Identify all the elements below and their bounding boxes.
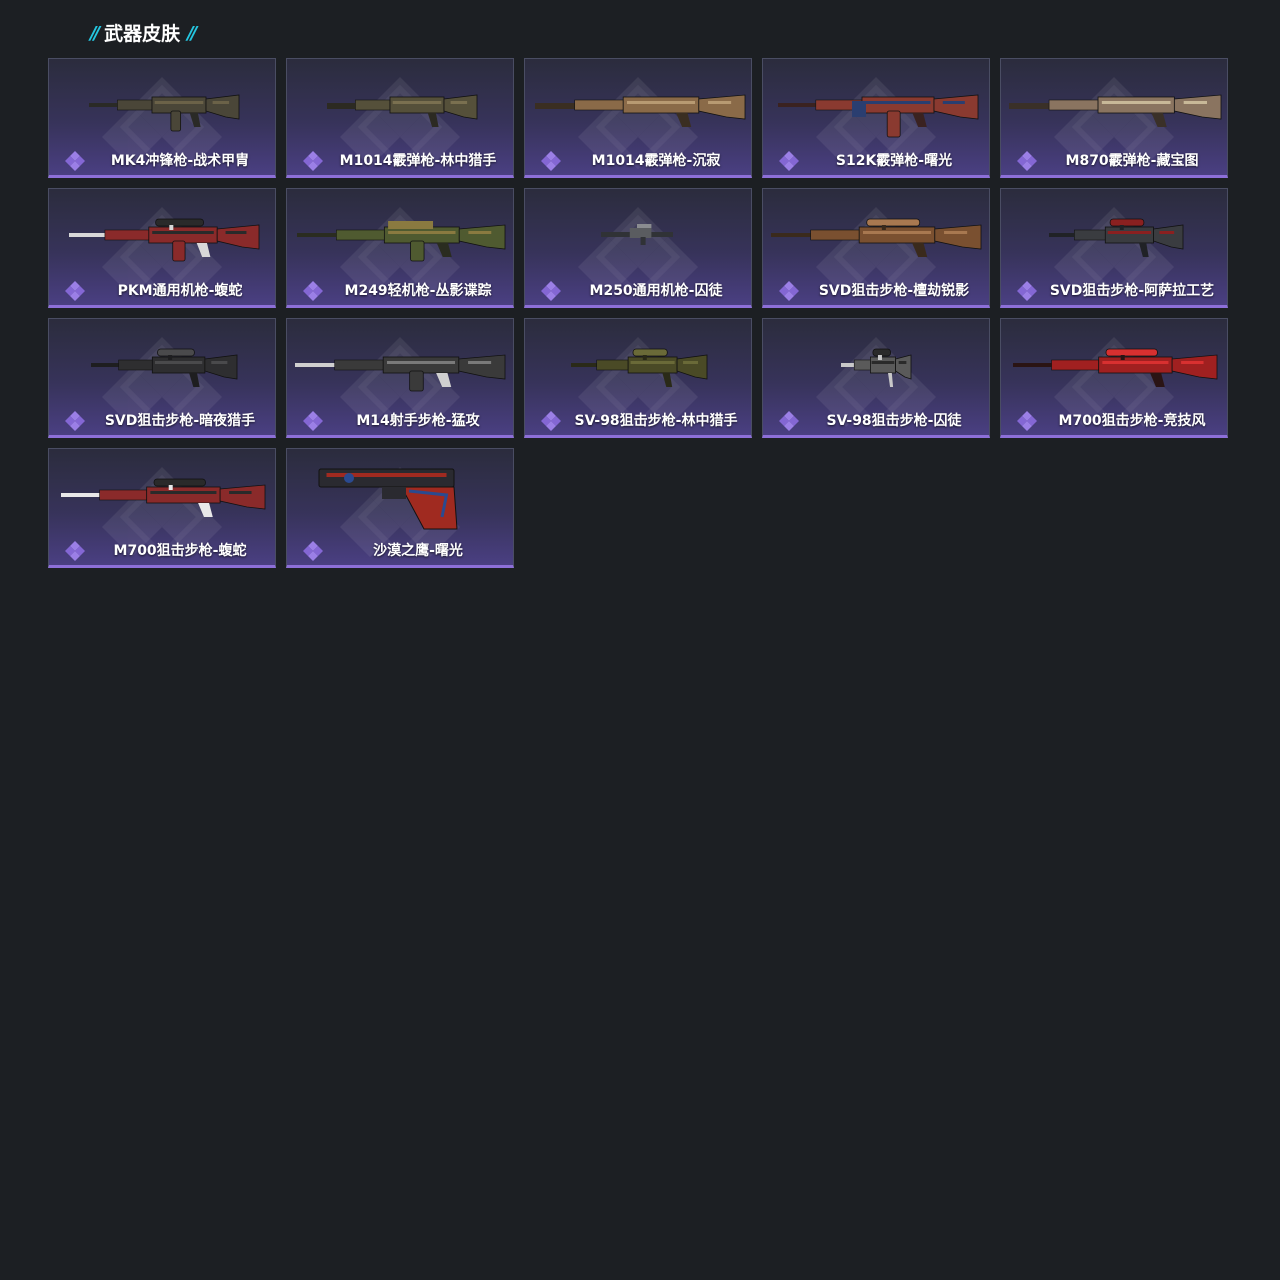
skin-card[interactable]: MK4冲锋枪-战术甲胄 bbox=[48, 58, 276, 178]
skin-name: MK4冲锋枪-战术甲胄 bbox=[110, 153, 250, 169]
skin-card[interactable]: SV-98狙击步枪-囚徒 bbox=[762, 318, 990, 438]
skin-name: SV-98狙击步枪-林中猎手 bbox=[574, 413, 738, 429]
sniper-rifle-icon bbox=[1049, 218, 1184, 257]
rifle-icon bbox=[89, 94, 240, 132]
skin-name: S12K霰弹枪-曙光 bbox=[835, 153, 953, 169]
skin-card[interactable]: SVD狙击步枪-阿萨拉工艺 bbox=[1000, 188, 1228, 308]
rarity-diamond-icon bbox=[65, 411, 85, 431]
skin-card[interactable]: SVD狙击步枪-暗夜猎手 bbox=[48, 318, 276, 438]
shotgun-icon bbox=[1009, 94, 1222, 127]
skin-name: M1014霰弹枪-沉寂 bbox=[591, 153, 721, 169]
skin-grid: MK4冲锋枪-战术甲胄 M1014霰弹枪-林中猎手 M1014霰弹枪-沉寂 S1… bbox=[48, 58, 1228, 568]
pistol-icon bbox=[318, 468, 458, 530]
skin-name: SV-98狙击步枪-囚徒 bbox=[826, 413, 962, 429]
sniper-rifle-icon bbox=[91, 348, 238, 387]
machine-gun-icon bbox=[601, 224, 673, 245]
skin-name: PKM通用机枪-蝮蛇 bbox=[117, 283, 243, 299]
rifle-icon bbox=[295, 354, 506, 392]
skin-name: M249轻机枪-丛影谍踪 bbox=[344, 283, 492, 299]
slash-decoration-right-icon: // bbox=[187, 23, 197, 44]
skin-card[interactable]: S12K霰弹枪-曙光 bbox=[762, 58, 990, 178]
skin-card[interactable]: SVD狙击步枪-檀劫锐影 bbox=[762, 188, 990, 308]
shotgun-icon bbox=[778, 94, 979, 138]
rarity-diamond-icon bbox=[303, 411, 323, 431]
skin-name: M870霰弹枪-藏宝图 bbox=[1065, 153, 1199, 169]
skin-card[interactable]: M250通用机枪-囚徒 bbox=[524, 188, 752, 308]
rarity-diamond-icon bbox=[303, 281, 323, 301]
sniper-rifle-icon bbox=[1013, 348, 1218, 387]
skin-card[interactable]: SV-98狙击步枪-林中猎手 bbox=[524, 318, 752, 438]
rarity-diamond-icon bbox=[779, 281, 799, 301]
rarity-diamond-icon bbox=[779, 411, 799, 431]
machine-gun-icon bbox=[297, 221, 506, 262]
slash-decoration-left-icon: // bbox=[90, 23, 100, 44]
skin-name: M14射手步枪-猛攻 bbox=[356, 413, 480, 429]
rarity-diamond-icon bbox=[1017, 411, 1037, 431]
rarity-diamond-icon bbox=[303, 541, 323, 561]
skin-card[interactable]: PKM通用机枪-蝮蛇 bbox=[48, 188, 276, 308]
sniper-rifle-icon bbox=[841, 348, 912, 387]
rarity-diamond-icon bbox=[541, 411, 561, 431]
rarity-diamond-icon bbox=[65, 541, 85, 561]
skin-card[interactable]: 沙漠之鹰-曙光 bbox=[286, 448, 514, 568]
rarity-diamond-icon bbox=[779, 151, 799, 171]
rarity-diamond-icon bbox=[65, 151, 85, 171]
shotgun-icon bbox=[327, 94, 478, 127]
skin-card[interactable]: M249轻机枪-丛影谍踪 bbox=[286, 188, 514, 308]
sniper-rifle-icon bbox=[771, 218, 982, 257]
section-title: 武器皮肤 bbox=[104, 22, 181, 45]
skin-name: SVD狙击步枪-阿萨拉工艺 bbox=[1049, 283, 1215, 299]
weapon-skins-page: // 武器皮肤 // MK4冲锋枪-战术甲胄 M1014霰弹枪-林中猎手 M10… bbox=[0, 0, 1280, 1280]
rarity-diamond-icon bbox=[541, 151, 561, 171]
skin-name: M250通用机枪-囚徒 bbox=[589, 283, 723, 299]
rarity-diamond-icon bbox=[65, 281, 85, 301]
skin-card[interactable]: M1014霰弹枪-林中猎手 bbox=[286, 58, 514, 178]
rarity-diamond-icon bbox=[303, 151, 323, 171]
skin-name: SVD狙击步枪-暗夜猎手 bbox=[104, 413, 256, 429]
machine-gun-icon bbox=[69, 218, 260, 262]
skin-name: M700狙击步枪-蝮蛇 bbox=[113, 543, 247, 559]
rarity-diamond-icon bbox=[1017, 151, 1037, 171]
skin-name: M700狙击步枪-竞技风 bbox=[1058, 413, 1206, 429]
rarity-diamond-icon bbox=[541, 281, 561, 301]
shotgun-icon bbox=[535, 94, 746, 127]
skin-card[interactable]: M870霰弹枪-藏宝图 bbox=[1000, 58, 1228, 178]
rarity-diamond-icon bbox=[1017, 281, 1037, 301]
skin-name: 沙漠之鹰-曙光 bbox=[373, 543, 463, 559]
section-header: // 武器皮肤 // bbox=[90, 20, 197, 48]
sniper-rifle-icon bbox=[571, 348, 708, 387]
sniper-rifle-icon bbox=[61, 478, 266, 517]
skin-name: M1014霰弹枪-林中猎手 bbox=[339, 153, 497, 169]
skin-name: SVD狙击步枪-檀劫锐影 bbox=[818, 283, 970, 299]
skin-card[interactable]: M700狙击步枪-竞技风 bbox=[1000, 318, 1228, 438]
skin-card[interactable]: M700狙击步枪-蝮蛇 bbox=[48, 448, 276, 568]
skin-card[interactable]: M14射手步枪-猛攻 bbox=[286, 318, 514, 438]
skin-card[interactable]: M1014霰弹枪-沉寂 bbox=[524, 58, 752, 178]
